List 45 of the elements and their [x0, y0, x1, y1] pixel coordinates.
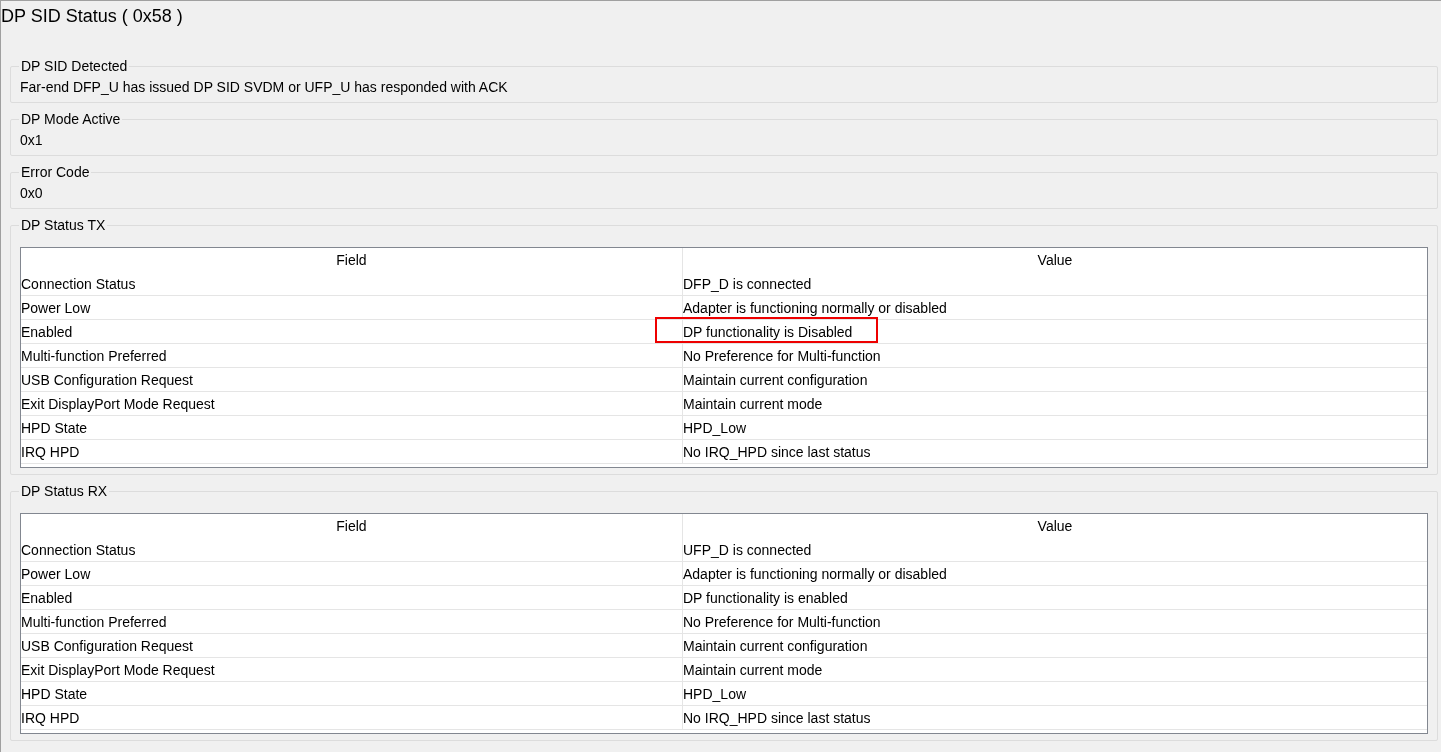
table-cell: Multi-function Preferred: [21, 343, 683, 368]
table-cell: IRQ HPD: [21, 439, 683, 464]
table-cell: Maintain current configuration: [682, 633, 1427, 658]
table-cell: Exit DisplayPort Mode Request: [21, 391, 683, 416]
table-cell: DP functionality is Disabled: [682, 319, 1427, 344]
column-header: Field: [21, 514, 683, 538]
table-cell: Connection Status: [21, 272, 683, 296]
table-cell: Multi-function Preferred: [21, 609, 683, 634]
table-cell: Maintain current configuration: [682, 367, 1427, 392]
column-header: Value: [682, 514, 1427, 538]
table-cell: Exit DisplayPort Mode Request: [21, 657, 683, 682]
table-cell: HPD_Low: [682, 681, 1427, 706]
group-value: 0x0: [20, 184, 44, 202]
table-cell: HPD State: [21, 415, 683, 440]
table-cell: USB Configuration Request: [21, 367, 683, 392]
group-label: DP Status RX: [20, 483, 109, 499]
table-cell: Enabled: [21, 585, 683, 610]
table-cell: HPD State: [21, 681, 683, 706]
table-cell: HPD_Low: [682, 415, 1427, 440]
table-cell: Power Low: [21, 295, 683, 320]
group-label: DP SID Detected: [20, 58, 129, 74]
table-cell: Maintain current mode: [682, 391, 1427, 416]
group-value: 0x1: [20, 131, 44, 149]
table-cell: Power Low: [21, 561, 683, 586]
table-cell: Adapter is functioning normally or disabled: [682, 295, 1427, 320]
table-cell: Adapter is functioning normally or disabled: [682, 561, 1427, 586]
table-cell: DFP_D is connected: [682, 272, 1427, 296]
table-cell: No IRQ_HPD since last status: [682, 705, 1427, 730]
table-cell: No Preference for Multi-function: [682, 609, 1427, 634]
panel-title: DP SID Status ( 0x58 ): [1, 5, 184, 26]
group-label: DP Status TX: [20, 217, 107, 233]
group-value: Far-end DFP_U has issued DP SID SVDM or UFP_U has responded with ACK: [20, 78, 509, 96]
table-cell: IRQ HPD: [21, 705, 683, 730]
table-cell: DP functionality is enabled: [682, 585, 1427, 610]
table-cell: No Preference for Multi-function: [682, 343, 1427, 368]
column-header: Value: [682, 248, 1427, 272]
table-cell: Maintain current mode: [682, 657, 1427, 682]
table-cell: Connection Status: [21, 538, 683, 562]
group-label: Error Code: [20, 164, 91, 180]
group-label: DP Mode Active: [20, 111, 122, 127]
column-header: Field: [21, 248, 683, 272]
table-cell: UFP_D is connected: [682, 538, 1427, 562]
table-cell: USB Configuration Request: [21, 633, 683, 658]
table-cell: Enabled: [21, 319, 683, 344]
table-cell: No IRQ_HPD since last status: [682, 439, 1427, 464]
